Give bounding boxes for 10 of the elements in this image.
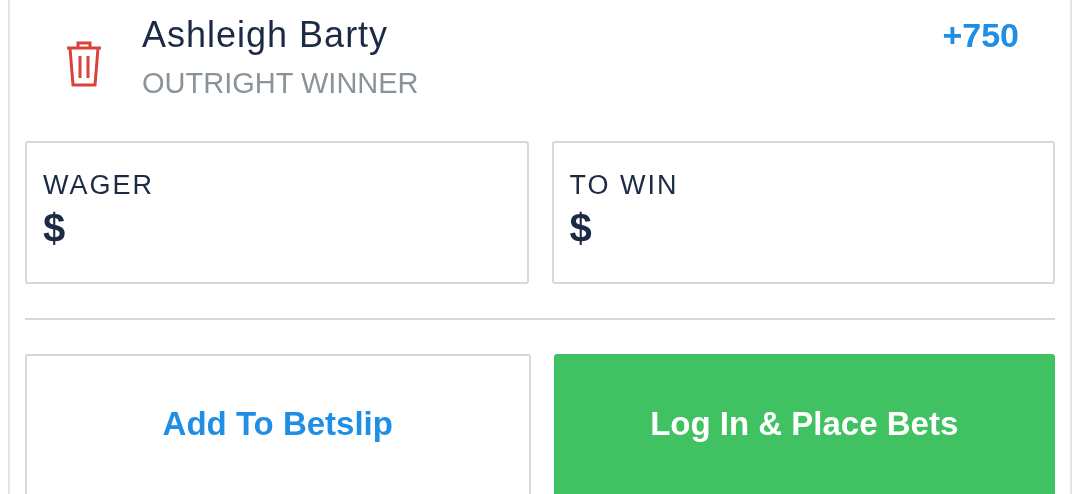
amount-field[interactable]: WAGER $ bbox=[25, 141, 529, 284]
field-label: TO WIN bbox=[569, 169, 680, 201]
selection-name: Ashleigh Barty bbox=[142, 13, 390, 57]
amount-field[interactable]: TO WIN $ bbox=[551, 141, 1055, 284]
currency-prefix: $ bbox=[43, 205, 66, 252]
trash-icon[interactable] bbox=[65, 40, 103, 88]
currency-prefix: $ bbox=[569, 205, 592, 252]
field-label: WAGER bbox=[43, 169, 155, 201]
market-label: OUTRIGHT WINNER bbox=[142, 66, 419, 100]
odds-text: +750 bbox=[942, 15, 1019, 56]
